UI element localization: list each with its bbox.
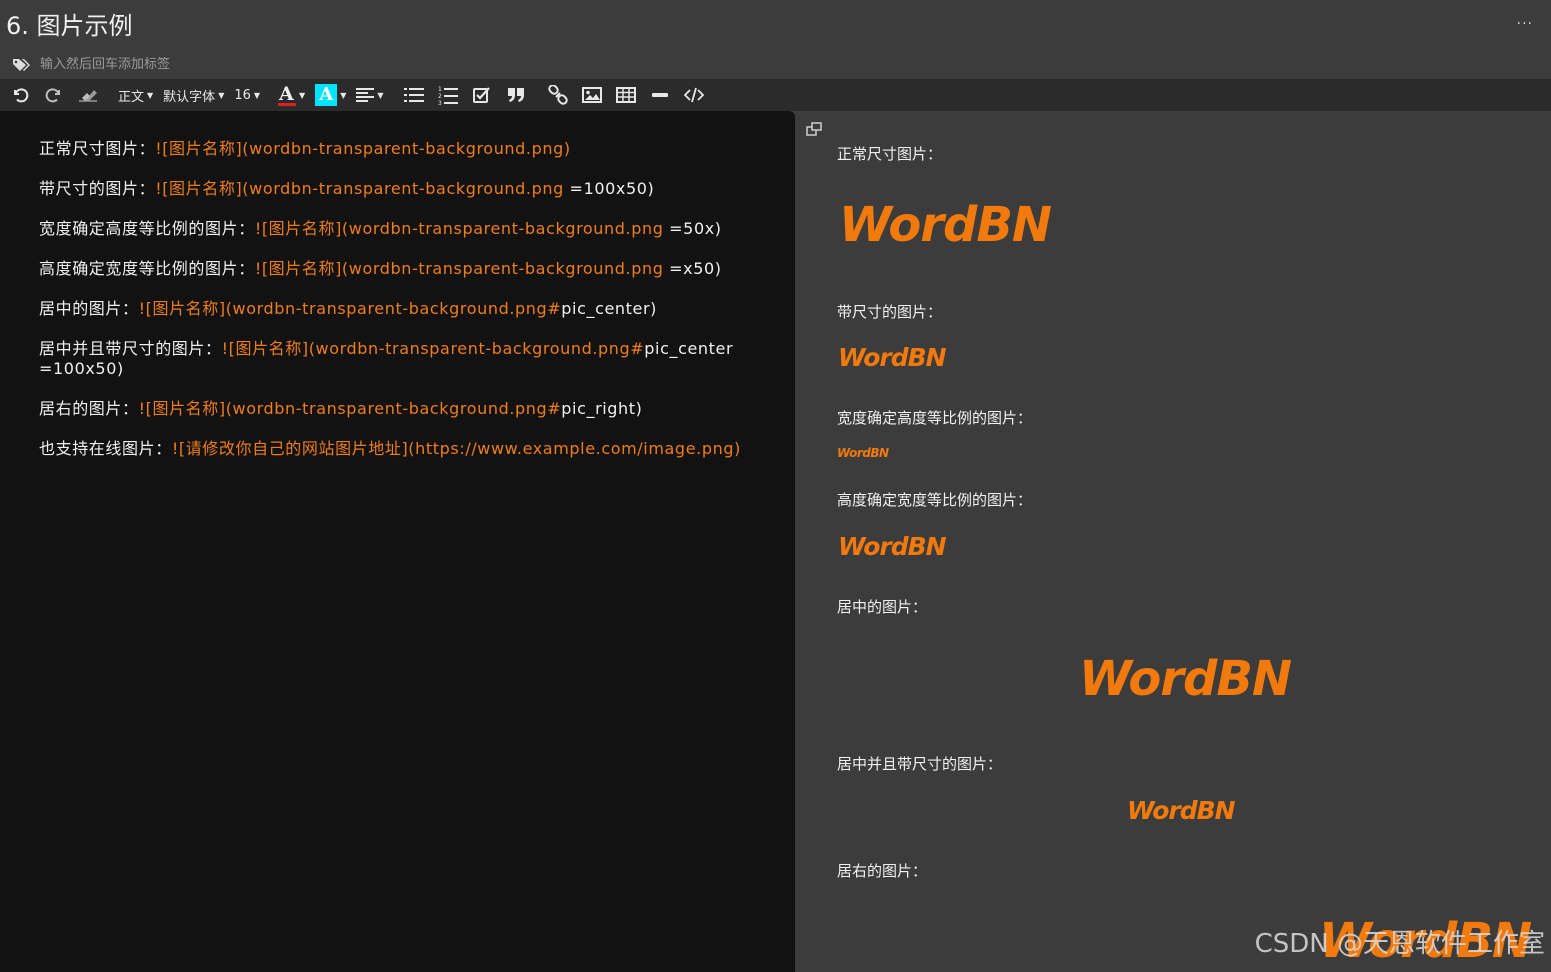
code-icon — [683, 87, 704, 103]
markdown-editor[interactable]: 正常尺寸图片：![图片名称](wordbn-transparent-backgr… — [0, 111, 795, 972]
editor-line: 高度确定宽度等比例的图片：![图片名称](wordbn-transparent-… — [39, 259, 722, 278]
font-family-value: 默认字体 — [163, 89, 216, 105]
chevron-down-icon: ▼ — [299, 90, 306, 100]
tag-row — [12, 54, 340, 74]
highlight-color-button[interactable]: A ▼ — [315, 83, 346, 107]
font-size-value: 16 — [234, 87, 251, 103]
editor-toolbar: 正文 ▼ 默认字体 ▼ 16 ▼ A ▼ A ▼ ▼ 123 — [0, 79, 1551, 111]
clear-format-button[interactable] — [76, 83, 100, 107]
font-family-dropdown[interactable]: 默认字体 ▼ — [163, 83, 224, 107]
wordbn-logo-image: WordBN — [838, 532, 947, 561]
minus-icon — [651, 93, 668, 97]
numbered-list-button[interactable]: 123 — [436, 83, 460, 107]
checkbox-icon — [472, 87, 490, 103]
undo-button[interactable] — [8, 83, 32, 107]
bullet-list-icon — [403, 88, 424, 102]
chevron-down-icon: ▼ — [253, 90, 261, 100]
font-color-icon: A — [278, 83, 297, 106]
numbered-list-icon: 123 — [438, 86, 458, 105]
editor-line: 也支持在线图片：![请修改你自己的网站图片地址](https://www.exa… — [39, 439, 741, 458]
align-dropdown[interactable]: ▼ — [356, 83, 384, 107]
redo-button[interactable] — [42, 83, 66, 107]
task-list-button[interactable] — [470, 83, 494, 107]
paragraph-style-value: 正文 — [118, 89, 145, 105]
source-code-button[interactable] — [682, 83, 706, 107]
preview-label: 居中的图片： — [837, 598, 928, 616]
editor-line: 居中的图片：![图片名称](wordbn-transparent-backgro… — [39, 299, 657, 318]
undo-icon — [14, 88, 29, 103]
table-button[interactable] — [614, 83, 638, 107]
preview-label: 带尺寸的图片： — [837, 303, 943, 321]
highlight-icon: A — [315, 84, 338, 106]
chevron-down-icon: ▼ — [377, 90, 384, 100]
editor-line: 带尺寸的图片：![图片名称](wordbn-transparent-backgr… — [39, 179, 655, 198]
quote-icon — [507, 88, 524, 102]
tag-input[interactable] — [40, 56, 340, 72]
chevron-down-icon: ▼ — [218, 90, 225, 100]
preview-label: 居中并且带尺寸的图片： — [837, 755, 1003, 773]
wordbn-logo-image: WordBN — [839, 197, 1052, 253]
svg-text:2: 2 — [438, 93, 442, 100]
table-icon — [615, 87, 636, 103]
preview-label: 正常尺寸图片： — [837, 145, 943, 163]
preview-label: 高度确定宽度等比例的图片： — [837, 491, 1033, 509]
bullet-list-button[interactable] — [402, 83, 426, 107]
link-button[interactable] — [546, 83, 570, 107]
wordbn-logo-image: WordBN — [1079, 651, 1292, 707]
popout-icon[interactable] — [806, 121, 822, 136]
redo-icon — [45, 88, 60, 103]
horizontal-rule-button[interactable] — [648, 83, 672, 107]
wordbn-logo-image: WordBN — [837, 446, 889, 460]
editor-line: 宽度确定高度等比例的图片：![图片名称](wordbn-transparent-… — [39, 219, 722, 238]
tag-icon — [12, 57, 30, 71]
eraser-icon — [79, 90, 97, 102]
editor-line: 居右的图片：![图片名称](wordbn-transparent-backgro… — [39, 399, 643, 418]
image-icon — [581, 87, 602, 103]
wordbn-logo-image: WordBN — [838, 343, 947, 372]
preview-label: 居右的图片： — [837, 862, 928, 880]
font-color-button[interactable]: A ▼ — [278, 83, 305, 107]
chevron-down-icon: ▼ — [340, 90, 347, 100]
font-size-dropdown[interactable]: 16 ▼ — [234, 83, 260, 107]
svg-text:1: 1 — [438, 86, 442, 93]
svg-text:3: 3 — [438, 100, 442, 105]
more-menu-icon[interactable]: ... — [1517, 12, 1533, 28]
preview-label: 宽度确定高度等比例的图片： — [837, 409, 1033, 427]
align-left-icon — [356, 88, 375, 102]
link-icon — [547, 85, 568, 105]
editor-line: 居中并且带尺寸的图片：![图片名称](wordbn-transparent-ba… — [39, 339, 734, 378]
paragraph-style-dropdown[interactable]: 正文 ▼ — [118, 83, 153, 107]
quote-button[interactable] — [504, 83, 528, 107]
markdown-preview: 正常尺寸图片： WordBN 带尺寸的图片： WordBN 宽度确定高度等比例的… — [795, 111, 1551, 972]
editor-line: 正常尺寸图片：![图片名称](wordbn-transparent-backgr… — [39, 139, 571, 158]
image-button[interactable] — [580, 83, 604, 107]
watermark: CSDN @天恩软件工作室 — [1254, 929, 1545, 959]
wordbn-logo-image: WordBN — [1127, 796, 1236, 825]
chevron-down-icon: ▼ — [147, 90, 154, 100]
page-title: 6. 图片示例 — [6, 12, 133, 40]
